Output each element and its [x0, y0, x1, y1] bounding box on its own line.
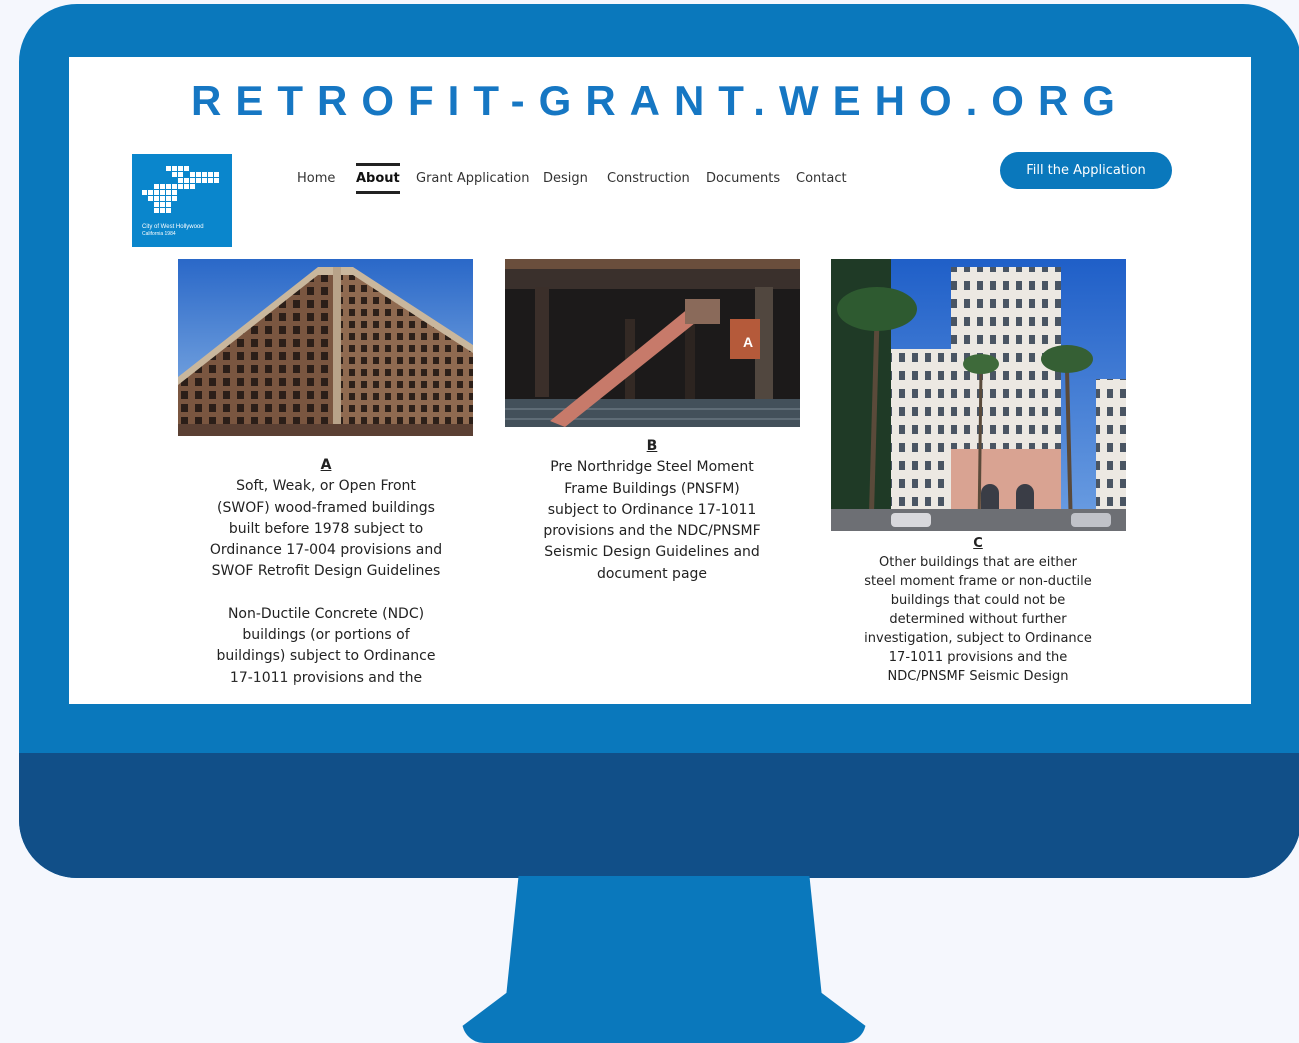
- logo-grid-cell: [172, 184, 177, 189]
- caption-a-text: Soft, Weak, or Open Front (SWOF) wood-fr…: [209, 478, 443, 580]
- logo-grid-cell: [160, 184, 165, 189]
- logo-grid-cell: [154, 208, 159, 213]
- logo-grid-cell: [190, 184, 195, 189]
- caption-b-text: Pre Northridge Steel Moment Frame Buildi…: [543, 459, 761, 582]
- logo-grid-cell: [214, 178, 219, 183]
- logo-grid-cell: [160, 190, 165, 195]
- monitor-chin: [19, 753, 1299, 878]
- logo-grid-cell: [154, 184, 159, 189]
- logo-grid-cell: [190, 178, 195, 183]
- scroll-fade: [69, 680, 1251, 704]
- logo-grid-cell: [166, 202, 171, 207]
- logo-grid-cell: [202, 178, 207, 183]
- svg-text:A: A: [743, 334, 753, 350]
- logo-grid-cell: [172, 166, 177, 171]
- logo-grid-cell: [196, 178, 201, 183]
- logo-grid-cell: [160, 196, 165, 201]
- logo-grid-cell: [148, 196, 153, 201]
- logo-grid-cell: [178, 184, 183, 189]
- caption-c-letter: C: [973, 536, 983, 551]
- caption-b-letter: B: [646, 438, 658, 454]
- logo-grid-cell: [160, 208, 165, 213]
- fill-application-button[interactable]: Fill the Application: [1000, 152, 1172, 189]
- logo-grid-cell: [166, 190, 171, 195]
- logo-grid-cell: [172, 196, 177, 201]
- website-screen: RETROFIT-GRANT.WEHO.ORG City of West Hol…: [69, 57, 1251, 704]
- nav-about[interactable]: About: [356, 163, 400, 194]
- logo-grid-cell: [172, 172, 177, 177]
- logo-grid-cell: [160, 202, 165, 207]
- nav-documents[interactable]: Documents: [706, 171, 780, 186]
- logo-grid-cell: [172, 190, 177, 195]
- site-title: RETROFIT-GRANT.WEHO.ORG: [191, 77, 1129, 124]
- logo-grid-cell: [178, 172, 183, 177]
- logo-grid-cell: [208, 178, 213, 183]
- caption-a-text2: Non-Ductile Concrete (NDC) buildings (or…: [216, 605, 436, 686]
- logo-grid-cell: [190, 172, 195, 177]
- logo-grid-cell: [208, 172, 213, 177]
- logo-text: City of West Hollywood California 1984: [142, 224, 204, 238]
- logo-grid-icon: [142, 164, 222, 214]
- logo-grid-cell: [184, 184, 189, 189]
- caption-a-letter: A: [320, 457, 332, 473]
- caption-b: B Pre Northridge Steel Moment Frame Buil…: [539, 436, 765, 585]
- logo-grid-cell: [166, 166, 171, 171]
- logo-text-line1: City of West Hollywood: [142, 224, 204, 230]
- logo-grid-cell: [214, 172, 219, 177]
- logo-text-line2: California 1984: [142, 231, 176, 237]
- logo-grid-cell: [178, 178, 183, 183]
- nav-design[interactable]: Design: [543, 171, 588, 186]
- logo-grid-cell: [148, 190, 153, 195]
- logo-grid-cell: [178, 166, 183, 171]
- white-tower-palm-trees-photo: [831, 259, 1126, 531]
- logo-grid-cell: [154, 196, 159, 201]
- steel-brace-construction-photo: A: [505, 259, 800, 427]
- logo-grid-cell: [184, 166, 189, 171]
- logo-grid-cell: [196, 172, 201, 177]
- logo-grid-cell: [202, 172, 207, 177]
- logo-grid-cell: [184, 178, 189, 183]
- logo-grid-cell: [142, 190, 147, 195]
- nav-contact[interactable]: Contact: [796, 171, 847, 186]
- monitor-stand: [462, 876, 866, 1043]
- logo-grid-cell: [166, 208, 171, 213]
- logo-grid-cell: [166, 196, 171, 201]
- caption-c: C Other buildings that are either steel …: [864, 534, 1092, 686]
- logo-grid-cell: [154, 190, 159, 195]
- caption-c-text: Other buildings that are either steel mo…: [864, 555, 1092, 684]
- city-logo[interactable]: City of West Hollywood California 1984: [132, 154, 232, 247]
- nav-grant-application[interactable]: Grant Application: [416, 171, 530, 186]
- nav-construction[interactable]: Construction: [607, 171, 690, 186]
- caption-a: A Soft, Weak, or Open Front (SWOF) wood-…: [209, 455, 443, 689]
- brick-highrise-building-photo: [178, 259, 473, 436]
- logo-grid-cell: [166, 184, 171, 189]
- nav-home[interactable]: Home: [297, 171, 335, 186]
- logo-grid-cell: [154, 202, 159, 207]
